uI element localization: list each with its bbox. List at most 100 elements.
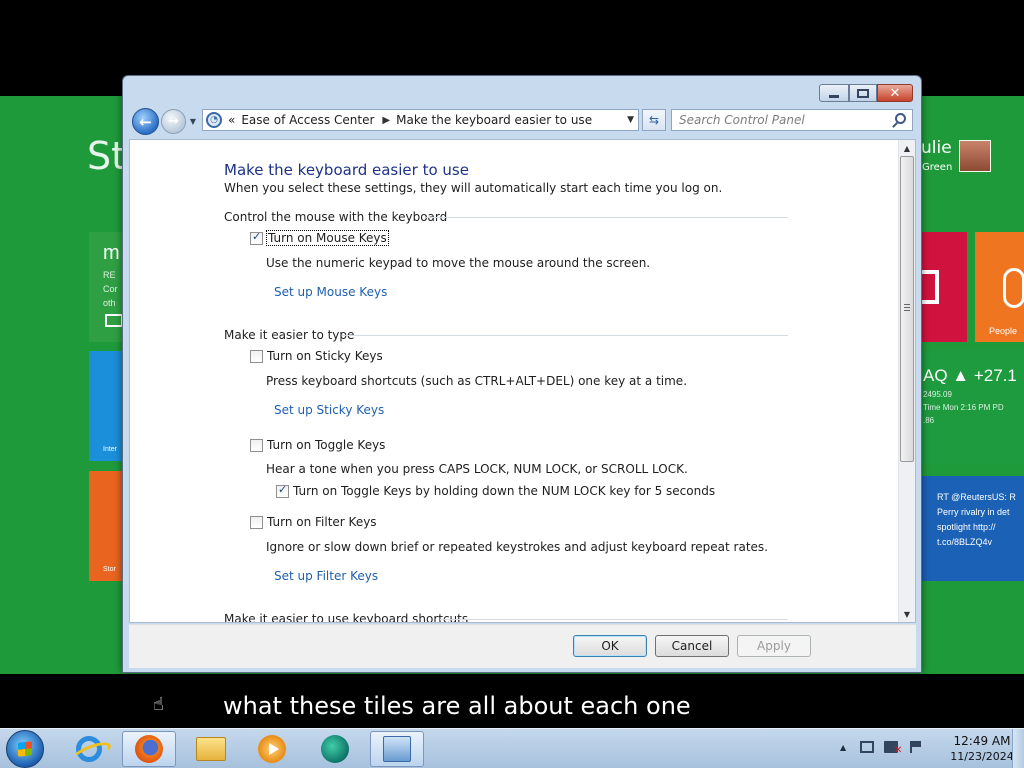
ie-tile-label: Inter — [103, 446, 118, 453]
scroll-grip-icon — [904, 304, 910, 311]
stock-ticker: AQ ▲ +27.1 — [923, 366, 1017, 385]
scroll-down-icon[interactable]: ▼ — [899, 606, 915, 622]
ok-button[interactable]: OK — [573, 635, 647, 657]
checkbox-unchecked-icon[interactable] — [250, 438, 263, 452]
checkbox-unchecked-icon[interactable] — [250, 349, 263, 363]
cancel-button[interactable]: Cancel — [655, 635, 729, 657]
mouse-keys-checkbox[interactable]: Turn on Mouse Keys — [250, 230, 389, 246]
filter-keys-label[interactable]: Turn on Filter Keys — [267, 515, 377, 529]
sticky-keys-label[interactable]: Turn on Sticky Keys — [267, 349, 383, 363]
control-panel-window: ✕ ← → ▼ ◔ « Ease of Access Center ▶ Make… — [122, 75, 922, 673]
taskbar-internet-explorer[interactable] — [62, 731, 116, 767]
store-tile[interactable]: Stor — [89, 471, 124, 581]
taskbar-control-panel[interactable] — [370, 731, 424, 767]
page-title: Make the keyboard easier to use — [224, 161, 469, 179]
breadcrumb-separator-icon[interactable]: ▶ — [382, 115, 390, 126]
people-tile-label: People — [989, 326, 1018, 336]
internet-explorer-tile[interactable]: Inter — [89, 351, 124, 461]
taskbar-firefox[interactable] — [122, 731, 176, 767]
user-account[interactable]: ulie Green — [921, 138, 1024, 178]
back-button[interactable]: ← — [132, 108, 159, 135]
mouse-keys-label[interactable]: Turn on Mouse Keys — [266, 230, 389, 246]
person-icon — [1003, 268, 1024, 308]
stock-meta: 2495.09 Time Mon 2:16 PM PD .86 — [923, 390, 1004, 425]
setup-mouse-keys-link[interactable]: Set up Mouse Keys — [274, 285, 387, 299]
refresh-icon: ⇆ — [648, 113, 660, 127]
apply-button[interactable]: Apply — [737, 635, 811, 657]
forward-arrow-icon: → — [168, 114, 179, 129]
maximize-button[interactable] — [849, 84, 877, 102]
sticky-keys-description: Press keyboard shortcuts (such as CTRL+A… — [266, 374, 688, 388]
tweet-text: RT @ReutersUS: R Perry rivalry in det sp… — [937, 492, 1016, 547]
address-bar[interactable]: ◔ « Ease of Access Center ▶ Make the key… — [202, 109, 639, 131]
content-pane: Make the keyboard easier to use When you… — [129, 139, 916, 623]
app-icon — [321, 735, 349, 763]
toggle-keys-numlock-label[interactable]: Turn on Toggle Keys by holding down the … — [293, 484, 715, 498]
user-last-name: Green — [922, 162, 953, 173]
action-center-flag-icon[interactable] — [910, 741, 921, 753]
mute-x-icon: ✕ — [894, 745, 903, 756]
checkbox-checked-icon[interactable] — [250, 230, 263, 245]
breadcrumb-current[interactable]: Make the keyboard easier to use — [396, 113, 592, 127]
photo-frame-icon — [921, 270, 939, 304]
internet-explorer-icon — [76, 736, 102, 762]
group-divider — [342, 335, 788, 336]
store-tile-label: Stor — [103, 566, 116, 573]
clock[interactable]: 12:49 AM 11/23/2024 — [948, 734, 1016, 764]
finance-tile[interactable]: AQ ▲ +27.1 2495.09 Time Mon 2:16 PM PD .… — [921, 350, 1024, 464]
breadcrumb-overflow[interactable]: « — [228, 113, 235, 127]
show-desktop-button[interactable] — [1012, 729, 1024, 768]
caption-buttons: ✕ — [819, 84, 913, 102]
recent-pages-button[interactable]: ▼ — [188, 116, 198, 126]
firefox-icon — [135, 735, 163, 763]
forward-button[interactable]: → — [161, 109, 186, 134]
scroll-up-icon[interactable]: ▲ — [899, 140, 915, 156]
taskbar: ▲ ✕ 12:49 AM 11/23/2024 — [0, 728, 1024, 768]
network-icon[interactable] — [860, 741, 874, 753]
group-divider — [440, 619, 788, 620]
vertical-scrollbar[interactable]: ▲ ▼ — [898, 140, 915, 622]
setup-filter-keys-link[interactable]: Set up Filter Keys — [274, 569, 378, 583]
group-title-mouse: Control the mouse with the keyboard — [224, 210, 448, 224]
twitter-tile[interactable]: RT @ReutersUS: R Perry rivalry in det sp… — [921, 476, 1024, 581]
mouse-cursor-icon: ☝ — [153, 694, 164, 715]
toggle-keys-label[interactable]: Turn on Toggle Keys — [267, 438, 385, 452]
group-divider — [426, 217, 788, 218]
group-title-shortcuts: Make it easier to use keyboard shortcuts — [224, 612, 469, 623]
folder-icon — [196, 737, 226, 761]
filter-keys-checkbox[interactable]: Turn on Filter Keys — [250, 515, 377, 529]
metro-start-label: St — [87, 134, 127, 178]
page-subtitle: When you select these settings, they wil… — [224, 181, 723, 195]
toggle-keys-numlock-checkbox[interactable]: Turn on Toggle Keys by holding down the … — [276, 483, 715, 498]
people-tile[interactable]: People — [975, 232, 1024, 342]
button-bar: OK Cancel Apply — [129, 624, 916, 668]
search-icon[interactable] — [895, 113, 906, 124]
scroll-thumb[interactable] — [900, 156, 914, 462]
mail-tile[interactable]: m RE Cor oth — [89, 232, 124, 342]
refresh-button[interactable]: ⇆ — [642, 109, 666, 131]
search-input[interactable] — [672, 110, 887, 130]
sticky-keys-checkbox[interactable]: Turn on Sticky Keys — [250, 349, 383, 363]
control-panel-icon — [383, 736, 411, 762]
close-button[interactable]: ✕ — [877, 84, 913, 102]
user-first-name: ulie — [921, 138, 952, 158]
taskbar-media-player[interactable] — [245, 731, 299, 767]
breadcrumb-ease-of-access[interactable]: Ease of Access Center — [241, 113, 374, 127]
show-hidden-icons-icon[interactable]: ▲ — [840, 743, 846, 752]
mail-envelope-icon — [105, 314, 123, 327]
back-arrow-icon: ← — [139, 112, 152, 131]
mail-tile-text: RE Cor oth — [103, 270, 118, 308]
photos-tile[interactable] — [921, 232, 967, 342]
start-button[interactable] — [6, 730, 44, 768]
system-tray: ▲ ✕ 12:49 AM 11/23/2024 — [834, 729, 1024, 768]
search-box[interactable] — [671, 109, 913, 131]
toggle-keys-checkbox[interactable]: Turn on Toggle Keys — [250, 438, 385, 452]
minimize-button[interactable] — [819, 84, 849, 102]
taskbar-app[interactable] — [308, 731, 362, 767]
checkbox-checked-icon[interactable] — [276, 483, 289, 498]
video-subtitle: what these tiles are all about each one — [223, 692, 691, 720]
checkbox-unchecked-icon[interactable] — [250, 515, 263, 529]
taskbar-windows-explorer[interactable] — [184, 731, 238, 767]
setup-sticky-keys-link[interactable]: Set up Sticky Keys — [274, 403, 384, 417]
address-dropdown-icon[interactable]: ▼ — [627, 115, 634, 125]
